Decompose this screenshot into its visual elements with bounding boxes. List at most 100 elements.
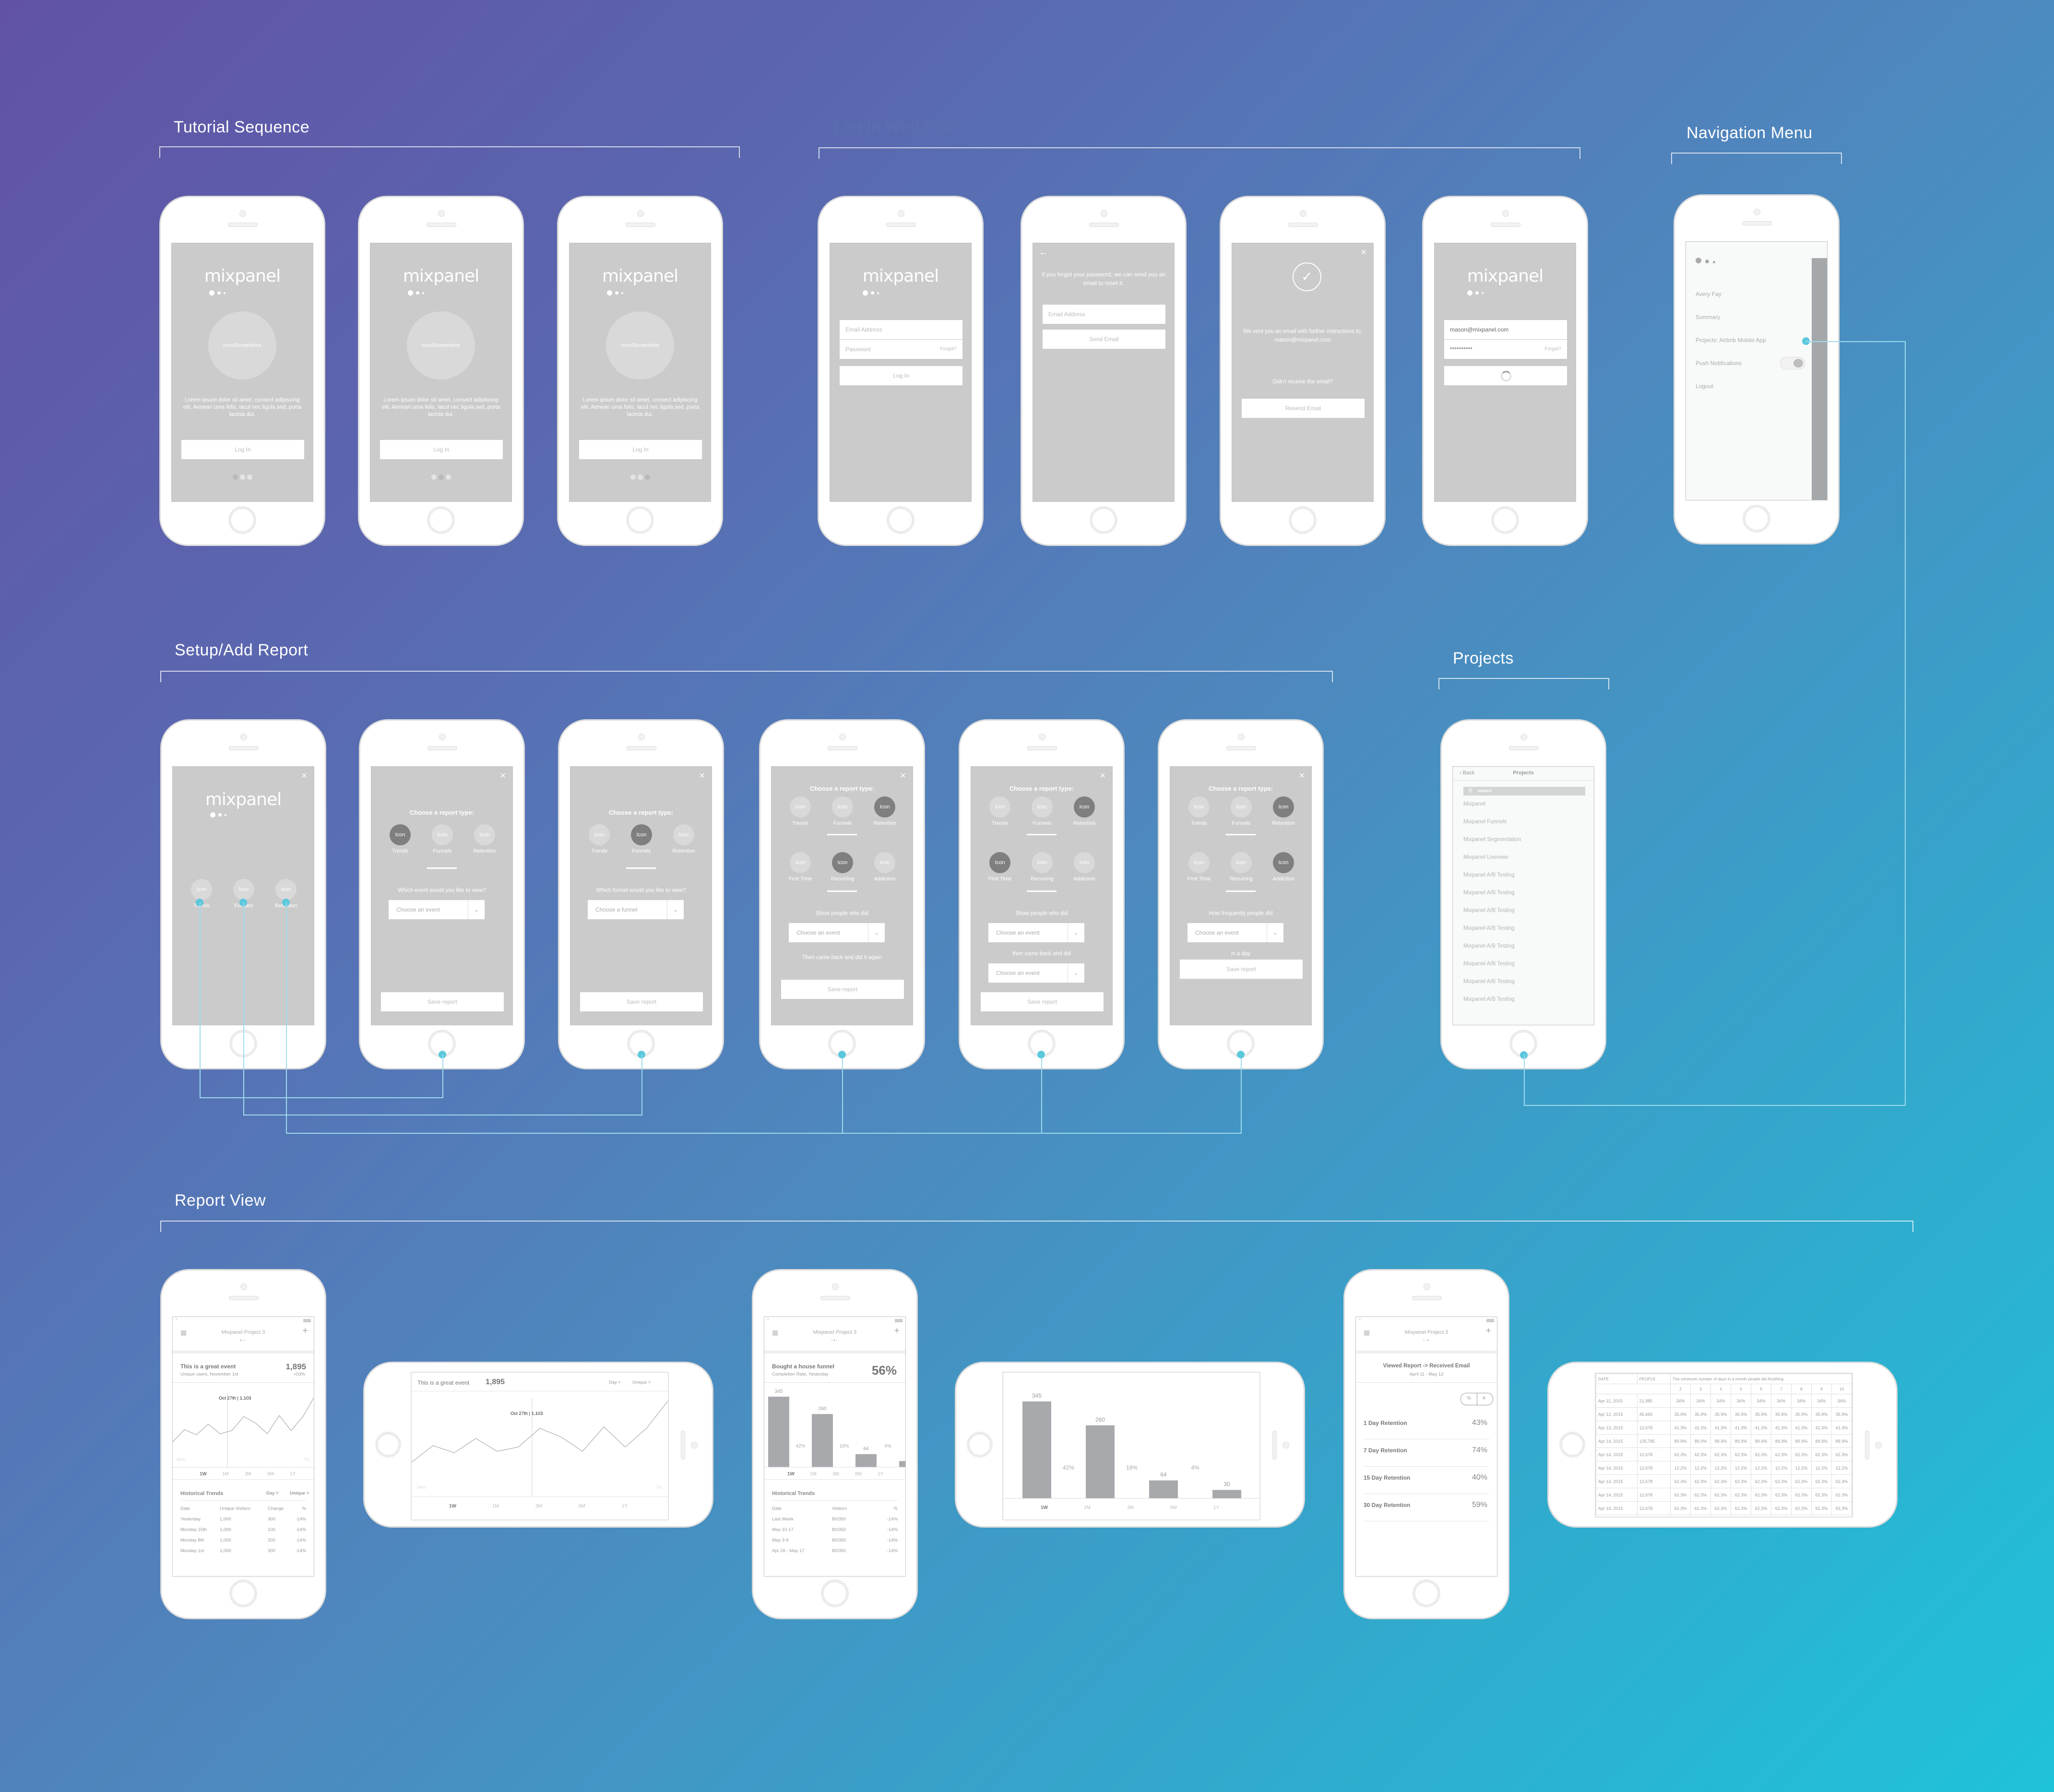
retention-row[interactable]: 30 Day Retention 59% bbox=[1364, 1494, 1489, 1521]
range-6m[interactable]: 6M bbox=[1170, 1505, 1177, 1510]
range-6m[interactable]: 6M bbox=[579, 1504, 585, 1509]
column-header[interactable]: Change bbox=[268, 1506, 284, 1511]
range-1y[interactable]: 1Y bbox=[878, 1472, 883, 1477]
recurring-icon[interactable]: Icon bbox=[1032, 852, 1053, 873]
nav-item-user[interactable]: Avery Fay bbox=[1696, 291, 1722, 297]
login-button[interactable]: Log In bbox=[380, 440, 503, 459]
trends-icon[interactable]: Icon bbox=[589, 824, 610, 845]
range-3m[interactable]: 3M bbox=[1127, 1505, 1134, 1510]
save-report-button[interactable]: Save report bbox=[981, 992, 1104, 1011]
resend-email-button[interactable]: Resend Email bbox=[1242, 399, 1365, 418]
home-button[interactable] bbox=[887, 506, 914, 534]
back-arrow-icon[interactable]: ← bbox=[1039, 247, 1048, 258]
range-1m[interactable]: 1M bbox=[492, 1504, 499, 1509]
funnels-icon[interactable]: Icon bbox=[631, 824, 652, 845]
retention-row[interactable]: 1 Day Retention 43% bbox=[1364, 1412, 1489, 1439]
home-button[interactable] bbox=[626, 506, 654, 534]
project-item[interactable]: Mixpanel A/B Testing bbox=[1463, 926, 1515, 931]
home-button[interactable] bbox=[1413, 1579, 1440, 1607]
event-dropdown[interactable]: Choose an event ⌄ bbox=[988, 963, 1084, 983]
first-time-icon[interactable]: Icon bbox=[1188, 852, 1210, 873]
close-icon[interactable]: × bbox=[1299, 771, 1305, 782]
funnel-bar[interactable] bbox=[768, 1397, 789, 1467]
close-icon[interactable]: × bbox=[1100, 771, 1105, 782]
first-time-icon[interactable]: Icon bbox=[790, 852, 811, 873]
range-1w[interactable]: 1W bbox=[787, 1472, 795, 1477]
funnel-bar[interactable] bbox=[1212, 1490, 1241, 1498]
add-icon[interactable]: + bbox=[1485, 1326, 1491, 1337]
nav-item-projects[interactable]: Projects: Airbnb Mobile App bbox=[1696, 337, 1766, 344]
login-button-loading[interactable] bbox=[1444, 366, 1567, 385]
range-1m[interactable]: 1M bbox=[1084, 1505, 1091, 1510]
content-overlay[interactable] bbox=[1812, 258, 1827, 500]
retention-icon[interactable]: Icon bbox=[874, 796, 895, 818]
range-1w[interactable]: 1W bbox=[200, 1472, 207, 1477]
range-1y[interactable]: 1Y bbox=[1213, 1505, 1219, 1510]
forgot-link[interactable]: Forgot? bbox=[1545, 340, 1561, 359]
funnel-dropdown[interactable]: Choose a funnel ⌄ bbox=[588, 900, 684, 919]
save-report-button[interactable]: Save report bbox=[381, 992, 504, 1011]
column-header[interactable]: Visitors bbox=[832, 1506, 847, 1511]
recurring-icon[interactable]: Icon bbox=[832, 852, 853, 873]
send-email-button[interactable]: Send Email bbox=[1043, 330, 1165, 349]
project-item[interactable]: Mixpanel A/B Testing bbox=[1463, 961, 1515, 967]
project-item[interactable]: Mixpanel Segmentation bbox=[1463, 837, 1521, 843]
page-dot[interactable] bbox=[239, 475, 245, 480]
trends-icon[interactable]: Icon bbox=[390, 824, 411, 845]
password-field[interactable]: Password Forgot? bbox=[840, 340, 962, 359]
email-field[interactable]: Email Address bbox=[840, 320, 962, 339]
page-dot[interactable] bbox=[247, 475, 252, 480]
home-button[interactable] bbox=[967, 1432, 993, 1458]
home-button[interactable] bbox=[229, 1579, 257, 1607]
page-dot[interactable] bbox=[232, 475, 238, 480]
event-dropdown[interactable]: Choose an event ⌄ bbox=[789, 923, 885, 942]
project-item[interactable]: Mixpanel bbox=[1463, 801, 1485, 807]
trends-icon[interactable]: Icon bbox=[1188, 796, 1210, 818]
retention-icon[interactable]: Icon bbox=[673, 824, 694, 845]
addiction-icon[interactable]: Icon bbox=[1074, 852, 1095, 873]
funnels-icon[interactable]: Icon bbox=[1032, 796, 1053, 818]
addiction-icon[interactable]: Icon bbox=[874, 852, 895, 873]
percent-option[interactable]: % bbox=[1467, 1396, 1471, 1401]
trends-icon[interactable]: Icon bbox=[989, 796, 1010, 818]
reset-email-field[interactable]: Email Address bbox=[1043, 305, 1165, 324]
home-button[interactable] bbox=[1090, 506, 1117, 534]
first-time-icon[interactable]: Icon bbox=[989, 852, 1010, 873]
nav-item-logout[interactable]: Logout bbox=[1696, 383, 1713, 390]
retention-icon[interactable]: Icon bbox=[275, 879, 297, 900]
home-button[interactable] bbox=[1289, 506, 1317, 534]
retention-icon[interactable]: Icon bbox=[1074, 796, 1095, 818]
range-3m[interactable]: 3M bbox=[535, 1504, 542, 1509]
login-button[interactable]: Log In bbox=[181, 440, 304, 459]
home-button[interactable] bbox=[375, 1432, 401, 1458]
funnel-bar[interactable] bbox=[812, 1414, 833, 1467]
page-dot[interactable] bbox=[630, 475, 636, 480]
login-button[interactable]: Log In bbox=[840, 366, 962, 385]
funnels-icon[interactable]: Icon bbox=[233, 879, 254, 900]
funnels-icon[interactable]: Icon bbox=[432, 824, 453, 845]
range-3m[interactable]: 3M bbox=[245, 1472, 251, 1477]
trends-icon[interactable]: Icon bbox=[191, 879, 212, 900]
password-field[interactable]: ********** Forgot? bbox=[1444, 340, 1567, 359]
funnel-bar[interactable] bbox=[1149, 1480, 1178, 1498]
funnel-bar[interactable] bbox=[1086, 1425, 1115, 1498]
push-toggle[interactable] bbox=[1780, 357, 1805, 369]
home-button[interactable] bbox=[1491, 506, 1519, 534]
search-input[interactable]: ⚲ search bbox=[1463, 787, 1585, 795]
range-1w[interactable]: 1W bbox=[1041, 1505, 1048, 1510]
cohort-table-wrapper[interactable]: DATE PEOPLE The minimum number of days in … bbox=[1595, 1373, 1853, 1518]
project-item[interactable]: Mixpanel Liveview bbox=[1463, 854, 1508, 860]
date-header[interactable]: DATE bbox=[1596, 1374, 1638, 1384]
funnels-icon[interactable]: Icon bbox=[1231, 796, 1252, 818]
close-icon[interactable]: × bbox=[900, 771, 906, 782]
nav-item-summary[interactable]: Summary bbox=[1696, 314, 1720, 320]
page-dot[interactable] bbox=[644, 475, 650, 480]
event-dropdown[interactable]: Choose an event ⌄ bbox=[389, 900, 485, 919]
day-dropdown[interactable]: Day ˅ bbox=[609, 1380, 621, 1385]
range-6m[interactable]: 6M bbox=[267, 1472, 274, 1477]
home-button[interactable] bbox=[821, 1579, 849, 1607]
home-button[interactable] bbox=[1559, 1432, 1585, 1458]
event-dropdown[interactable]: Choose an event ⌄ bbox=[988, 923, 1084, 942]
unique-dropdown[interactable]: Unique ˅ bbox=[632, 1380, 651, 1385]
add-icon[interactable]: + bbox=[894, 1326, 900, 1337]
